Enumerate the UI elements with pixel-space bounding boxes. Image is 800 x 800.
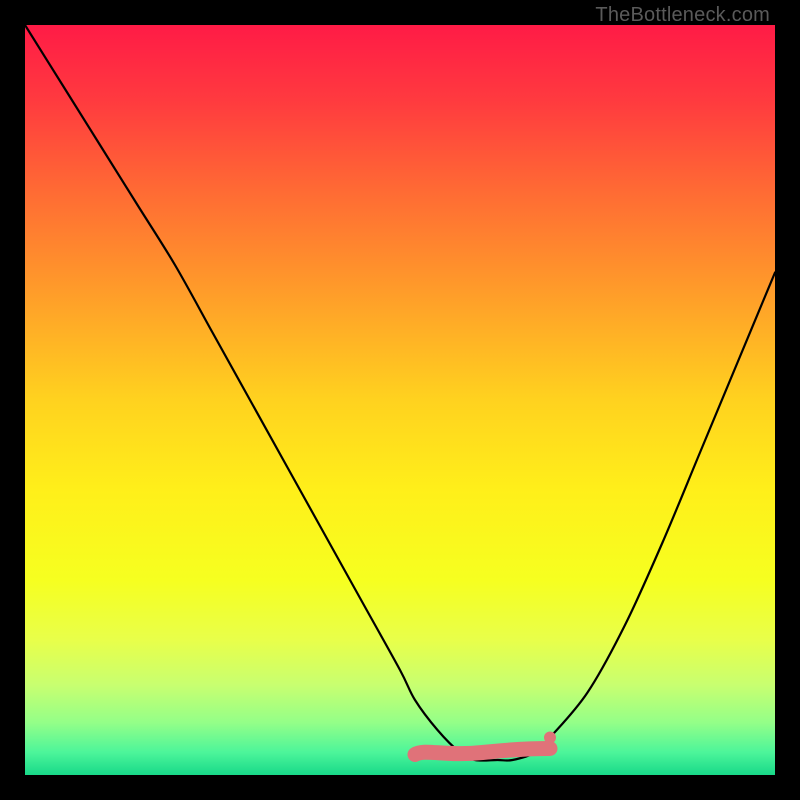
curve-layer (25, 25, 775, 775)
curve-end-marker (544, 732, 556, 744)
plot-area (25, 25, 775, 775)
watermark-text: TheBottleneck.com (595, 4, 770, 27)
chart-frame: TheBottleneck.com (0, 0, 800, 800)
bottleneck-curve (25, 25, 775, 761)
optimal-flat-region (415, 749, 550, 755)
